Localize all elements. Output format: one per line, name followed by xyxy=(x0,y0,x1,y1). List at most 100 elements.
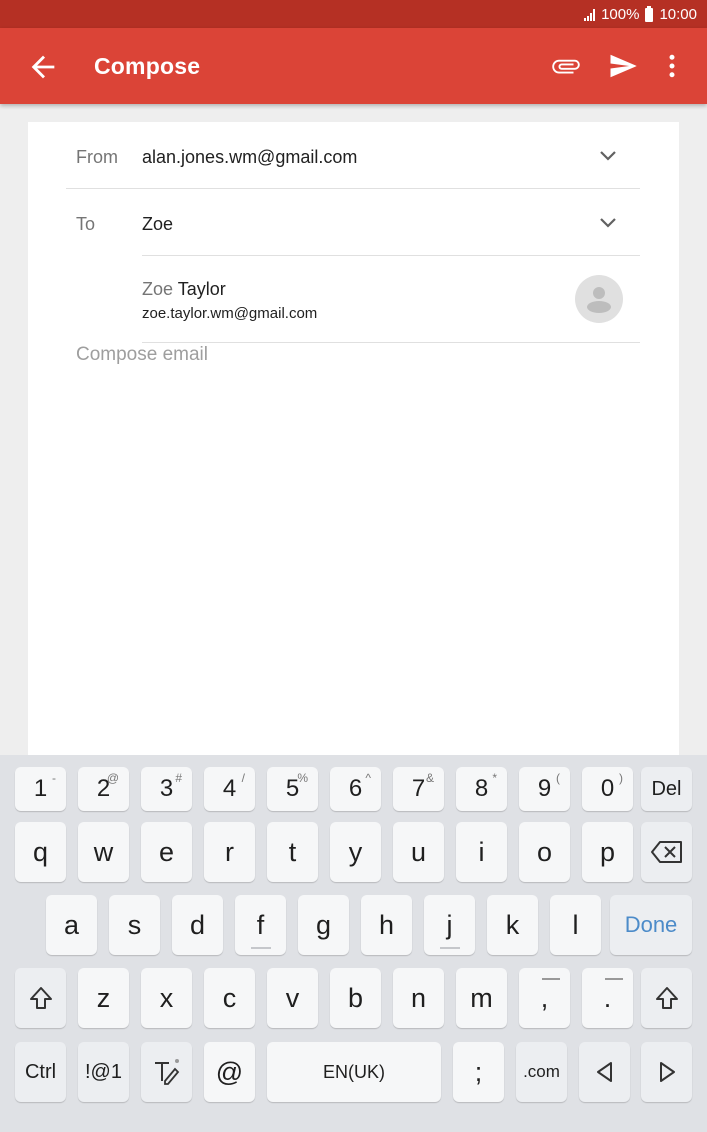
to-dropdown-chevron-icon[interactable] xyxy=(598,216,618,230)
compose-card: From alan.jones.wm@gmail.com To Zoe Zoe … xyxy=(28,122,679,762)
backspace-icon xyxy=(650,841,682,863)
key-7[interactable]: 7 & xyxy=(393,767,444,811)
attach-button[interactable] xyxy=(549,49,583,83)
key-1[interactable]: 1- xyxy=(15,767,66,811)
backspace-key[interactable] xyxy=(641,822,692,882)
to-label: To xyxy=(76,214,96,234)
key-u[interactable]: u xyxy=(393,822,444,882)
cursor-left-key[interactable] xyxy=(579,1042,630,1102)
compose-body-input[interactable]: Compose email xyxy=(76,344,208,366)
key-9-label: 9 xyxy=(537,775,552,802)
key-a-label: a xyxy=(63,909,80,940)
done-key[interactable]: Done xyxy=(610,895,692,955)
send-button[interactable] xyxy=(606,49,640,83)
semicolon-key[interactable]: ; xyxy=(453,1042,504,1102)
key-s[interactable]: s xyxy=(109,895,160,955)
key-c[interactable]: c xyxy=(204,968,255,1028)
key-t-label: t xyxy=(288,836,297,867)
key-l[interactable]: l xyxy=(550,895,601,955)
delete-key[interactable]: Del xyxy=(641,767,692,811)
key-i[interactable]: i xyxy=(456,822,507,882)
key-period[interactable]: . xyxy=(582,968,633,1028)
key-f-label: f xyxy=(256,909,265,940)
key-r[interactable]: r xyxy=(204,822,255,882)
suggestion-email: zoe.taylor.wm@gmail.com xyxy=(142,305,318,322)
key-3-secondary: # xyxy=(175,771,182,785)
key-d-label: d xyxy=(189,909,206,940)
suggestion-divider xyxy=(142,342,640,343)
key-m-label: m xyxy=(470,982,493,1013)
shift-icon xyxy=(29,987,52,1009)
key-0[interactable]: 0) xyxy=(582,767,633,811)
key-x[interactable]: x xyxy=(141,968,192,1028)
ctrl-key[interactable]: Ctrl xyxy=(15,1042,66,1102)
key-t[interactable]: t xyxy=(267,822,318,882)
key-z-label: z xyxy=(96,982,111,1013)
key-4[interactable]: 4/ xyxy=(204,767,255,811)
key-q-label: q xyxy=(32,836,49,867)
key-w[interactable]: w xyxy=(78,822,129,882)
overflow-menu-button[interactable] xyxy=(655,49,689,83)
key-w-label: w xyxy=(93,836,114,867)
key-6-label: 6 xyxy=(348,775,363,802)
triangle-right-icon xyxy=(659,1062,675,1082)
from-dropdown-chevron-icon[interactable] xyxy=(598,149,618,163)
key-5[interactable]: 5% xyxy=(267,767,318,811)
key-j-label: j xyxy=(446,909,453,940)
key-0-secondary: ) xyxy=(619,771,623,785)
key-l-label: l xyxy=(572,909,579,940)
to-field[interactable]: Zoe xyxy=(142,214,173,235)
key-g-label: g xyxy=(315,909,332,940)
key-o[interactable]: o xyxy=(519,822,570,882)
key-y[interactable]: y xyxy=(330,822,381,882)
at-key[interactable]: @ xyxy=(204,1042,255,1102)
shift-icon xyxy=(655,987,678,1009)
key-g[interactable]: g xyxy=(298,895,349,955)
key-o-label: o xyxy=(536,836,553,867)
shift-right-key[interactable] xyxy=(641,968,692,1028)
key-u-label: u xyxy=(410,836,427,867)
clock: 10:00 xyxy=(659,6,697,23)
battery-icon xyxy=(645,5,654,22)
shift-left-key[interactable] xyxy=(15,968,66,1028)
key-8[interactable]: 8 * xyxy=(456,767,507,811)
from-divider xyxy=(66,188,640,189)
key-6[interactable]: 6 ^ xyxy=(330,767,381,811)
cursor-right-key[interactable] xyxy=(641,1042,692,1102)
back-button[interactable] xyxy=(26,50,60,84)
send-icon xyxy=(610,54,637,78)
key-f[interactable]: f xyxy=(235,895,286,955)
key-p-label: p xyxy=(599,836,616,867)
key-7-secondary: & xyxy=(425,771,434,785)
key-k[interactable]: k xyxy=(487,895,538,955)
key-2-secondary: @ xyxy=(106,771,119,785)
key-n[interactable]: n xyxy=(393,968,444,1028)
key-b[interactable]: b xyxy=(330,968,381,1028)
suggestion-name: Zoe Taylor xyxy=(142,279,226,299)
key-9[interactable]: 9( xyxy=(519,767,570,811)
space-key[interactable]: EN(UK) xyxy=(267,1042,441,1102)
handwriting-key[interactable] xyxy=(141,1042,192,1102)
symbols-key[interactable]: !@1 xyxy=(78,1042,129,1102)
key-j[interactable]: j xyxy=(424,895,475,955)
key-z[interactable]: z xyxy=(78,968,129,1028)
dotcom-key[interactable]: .com xyxy=(516,1042,567,1102)
from-label: From xyxy=(76,147,118,167)
page-title: Compose xyxy=(94,53,201,79)
key-m[interactable]: m xyxy=(456,968,507,1028)
key-v[interactable]: v xyxy=(267,968,318,1028)
more-vert-icon xyxy=(669,54,675,78)
key-p[interactable]: p xyxy=(582,822,633,882)
key-3[interactable]: 3 # xyxy=(141,767,192,811)
key-e[interactable]: e xyxy=(141,822,192,882)
app-bar: Compose xyxy=(0,28,707,104)
key-q[interactable]: q xyxy=(15,822,66,882)
from-field[interactable]: alan.jones.wm@gmail.com xyxy=(142,147,357,168)
key-comma[interactable]: , xyxy=(519,968,570,1028)
key-2[interactable]: 2 @ xyxy=(78,767,129,811)
key-d[interactable]: d xyxy=(172,895,223,955)
key-h[interactable]: h xyxy=(361,895,412,955)
key-s-label: s xyxy=(127,909,142,940)
key-a[interactable]: a xyxy=(46,895,97,955)
key-comma-marker xyxy=(542,978,560,980)
